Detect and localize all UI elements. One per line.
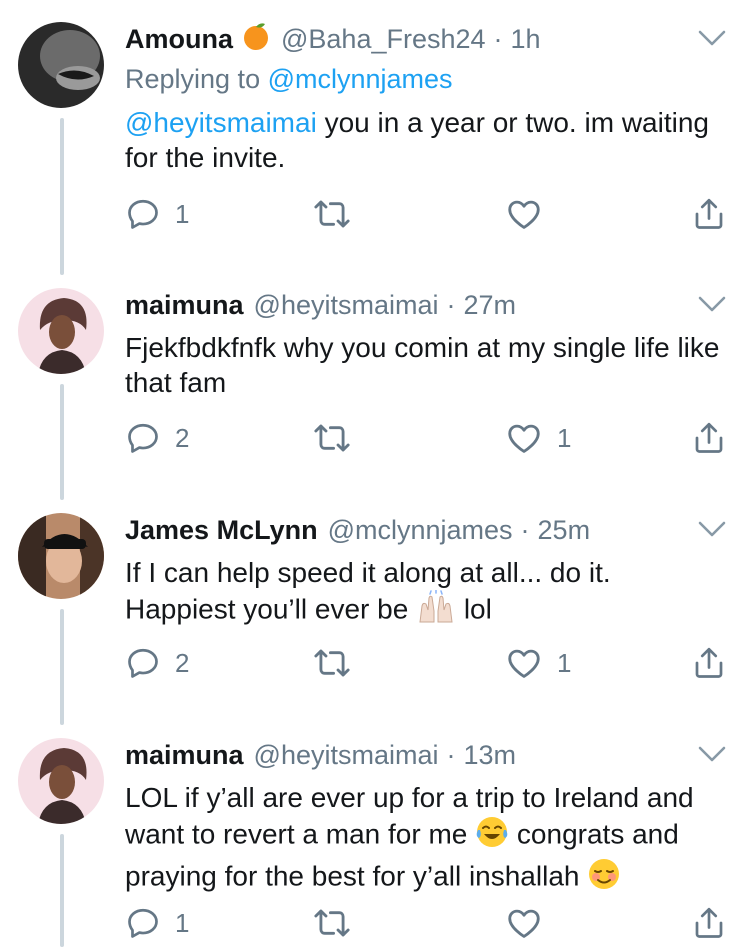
avatar[interactable] — [18, 513, 104, 599]
heart-icon — [505, 419, 543, 457]
tweet-header: Amouna @Baha_Fresh24 · 1h — [125, 22, 710, 56]
mention-link[interactable]: @heyitsmaimai — [125, 107, 317, 138]
like-count: 1 — [557, 647, 572, 678]
thread-line — [60, 609, 64, 725]
chevron-down-icon[interactable] — [696, 292, 728, 316]
thread-line — [60, 384, 64, 500]
separator-dot: · — [446, 289, 456, 320]
separator-dot: · — [493, 23, 503, 54]
reply-button[interactable]: 1 — [125, 194, 189, 234]
avatar[interactable] — [18, 288, 104, 374]
replying-to: Replying to @mclynnjames — [125, 64, 453, 95]
thread-line — [60, 834, 64, 947]
retweet-icon — [313, 419, 351, 457]
tweet-text-content: Fjekfbdkfnfk why you comin at my single … — [125, 332, 720, 398]
share-button[interactable] — [691, 643, 727, 683]
reply-icon — [125, 905, 161, 941]
reply-count: 1 — [175, 907, 190, 938]
thread-line — [60, 118, 64, 275]
tweet-text: If I can help speed it along at all... d… — [125, 555, 720, 632]
tweet-header: maimuna @heyitsmaimai · 13m — [125, 738, 710, 772]
reply-count: 1 — [175, 198, 190, 229]
user-handle[interactable]: @heyitsmaimai — [254, 290, 439, 321]
separator-dot: · — [446, 739, 456, 770]
heart-icon — [505, 195, 543, 233]
action-bar: 2 1 — [125, 643, 730, 683]
display-name[interactable]: James McLynn — [125, 515, 318, 546]
avatar[interactable] — [18, 738, 104, 824]
retweet-button[interactable] — [313, 418, 365, 458]
like-count: 1 — [557, 422, 572, 453]
tweet[interactable]: maimuna @heyitsmaimai · 13m LOL if y’all… — [0, 720, 750, 947]
avatar[interactable] — [18, 22, 104, 108]
reply-icon — [125, 645, 161, 681]
tweet-text: Fjekfbdkfnfk why you comin at my single … — [125, 330, 720, 400]
like-button[interactable] — [505, 194, 557, 234]
timestamp[interactable]: 25m — [538, 515, 591, 546]
reply-count: 2 — [175, 647, 190, 678]
share-icon — [691, 905, 727, 941]
heart-icon — [505, 904, 543, 942]
timestamp[interactable]: 27m — [464, 290, 517, 321]
tweet-header: maimuna @heyitsmaimai · 27m — [125, 288, 710, 322]
chevron-down-icon[interactable] — [696, 742, 728, 766]
replying-prefix: Replying to — [125, 64, 268, 94]
chevron-down-icon[interactable] — [696, 517, 728, 541]
action-bar: 1 — [125, 194, 730, 234]
orange-emoji-icon — [241, 21, 271, 58]
retweet-icon — [313, 904, 351, 942]
share-icon — [691, 196, 727, 232]
tweet[interactable]: maimuna @heyitsmaimai · 27m Fjekfbdkfnfk… — [0, 270, 750, 500]
reply-count: 2 — [175, 422, 190, 453]
retweet-icon — [313, 644, 351, 682]
action-bar: 2 1 — [125, 418, 730, 458]
share-icon — [691, 645, 727, 681]
separator-dot: · — [520, 514, 530, 545]
tweet-header: James McLynn @mclynnjames · 25m — [125, 513, 710, 547]
timestamp[interactable]: 1h — [511, 24, 541, 55]
tweet-text-line: Happiest you’ll ever be lol — [125, 589, 720, 632]
display-name[interactable]: maimuna — [125, 740, 244, 771]
heart-icon — [505, 644, 543, 682]
like-button[interactable]: 1 — [505, 643, 571, 683]
tweet-text: @heyitsmaimai you in a year or two. im w… — [125, 105, 720, 175]
retweet-button[interactable] — [313, 194, 365, 234]
like-button[interactable]: 1 — [505, 418, 571, 458]
display-name[interactable]: maimuna — [125, 290, 244, 321]
tweet[interactable]: James McLynn @mclynnjames · 25m If I can… — [0, 495, 750, 725]
retweet-button[interactable] — [313, 903, 365, 943]
share-button[interactable] — [691, 903, 727, 943]
tweet[interactable]: Amouna @Baha_Fresh24 · 1h Replying to @m… — [0, 0, 750, 275]
reply-icon — [125, 420, 161, 456]
retweet-icon — [313, 195, 351, 233]
reply-icon — [125, 196, 161, 232]
chevron-down-icon[interactable] — [696, 26, 728, 50]
tweet-text: LOL if y’all are ever up for a trip to I… — [125, 780, 720, 899]
replying-to-link[interactable]: @mclynnjames — [268, 64, 453, 94]
retweet-button[interactable] — [313, 643, 365, 683]
like-button[interactable] — [505, 903, 557, 943]
reply-button[interactable]: 2 — [125, 418, 189, 458]
smiling-blushing-emoji-icon — [587, 857, 621, 899]
share-button[interactable] — [691, 418, 727, 458]
share-icon — [691, 420, 727, 456]
user-handle[interactable]: @Baha_Fresh24 — [281, 24, 486, 55]
tweet-text-content: lol — [456, 593, 492, 625]
tweet-text-line: If I can help speed it along at all... d… — [125, 557, 611, 588]
user-handle[interactable]: @mclynnjames — [328, 515, 513, 546]
reply-button[interactable]: 2 — [125, 643, 189, 683]
user-handle[interactable]: @heyitsmaimai — [254, 740, 439, 771]
share-button[interactable] — [691, 194, 727, 234]
timestamp[interactable]: 13m — [464, 740, 517, 771]
tweet-text-content: Happiest you’ll ever be — [125, 593, 417, 625]
raising-hands-emoji-icon — [416, 589, 456, 632]
reply-button[interactable]: 1 — [125, 903, 189, 943]
action-bar: 1 — [125, 903, 730, 943]
display-name[interactable]: Amouna — [125, 24, 233, 55]
tears-of-joy-emoji-icon — [475, 815, 509, 857]
